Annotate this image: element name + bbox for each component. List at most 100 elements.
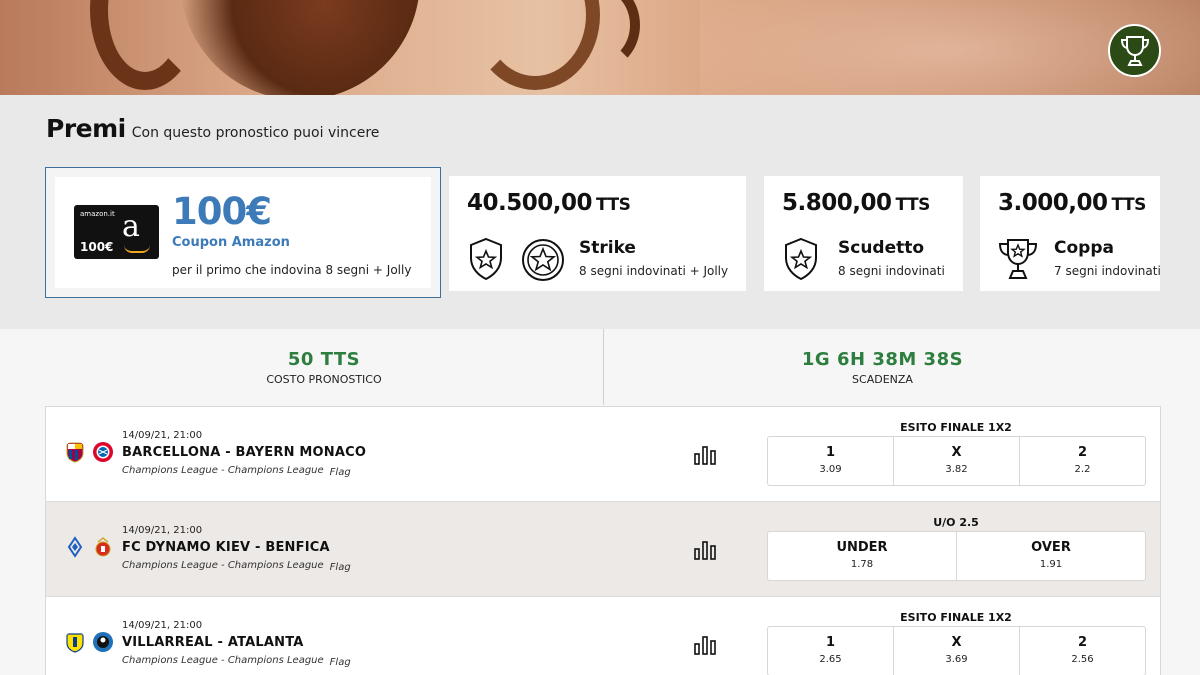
odd-button-2[interactable]: 2 2.2 (1020, 437, 1145, 485)
match-list: 14/09/21, 21:00 BARCELLONA - BAYERN MONA… (45, 406, 1161, 675)
prize-amount: 5.800,00 TTS (782, 190, 930, 216)
cup-star-icon (998, 239, 1038, 279)
atalanta-logo-icon (93, 632, 113, 652)
league-name: Champions League - Champions League (122, 655, 324, 666)
odd-label: X (951, 445, 962, 460)
team-logos (64, 536, 114, 558)
prize-desc: 8 segni indovinati (838, 264, 945, 278)
amazon-smile-icon (124, 245, 150, 253)
prize-amount-unit: TTS (895, 195, 931, 215)
odd-value: 2.56 (1071, 654, 1094, 665)
prize-card-coppa[interactable]: 3.000,00 TTS Coppa 7 segni indovinati (980, 176, 1160, 291)
odd-button-1[interactable]: 1 3.09 (768, 437, 894, 485)
main-prize-name: Coupon Amazon (172, 235, 290, 250)
prize-card-strike[interactable]: 40.500,00 TTS Strike 8 segni indovinati +… (449, 176, 746, 291)
odd-value: 3.69 (945, 654, 968, 665)
match-league: Champions League - Champions League Flag (122, 655, 351, 668)
team-logos (64, 631, 114, 653)
trophy-icon (1120, 35, 1149, 66)
barcelona-logo-icon (66, 442, 84, 463)
amazon-gift-card-image: amazon.it a 100€ (74, 205, 159, 259)
odds-group: 1 2.65 X 3.69 2 2.56 (767, 626, 1146, 675)
market-title: U/O 2.5 (933, 516, 979, 529)
benfica-logo-icon (95, 537, 111, 557)
match-teams: BARCELLONA - BAYERN MONACO (122, 445, 367, 460)
prize-amount-value: 5.800,00 (782, 190, 892, 216)
premi-header: Premi Con questo pronostico puoi vincere (46, 114, 379, 143)
hero-decoration (180, 0, 420, 95)
odd-value: 2.2 (1074, 464, 1091, 475)
league-name: Champions League - Champions League (122, 465, 324, 476)
team-logos (64, 441, 114, 463)
star-coin-icon (522, 239, 564, 281)
cost-value: 50 TTS (287, 349, 361, 370)
premi-subtitle: Con questo pronostico puoi vincere (131, 125, 380, 141)
prize-desc: 8 segni indovinati + Jolly (579, 264, 729, 278)
cost-stat: 50 TTS COSTO PRONOSTICO (45, 329, 603, 405)
bar-chart-icon[interactable] (694, 445, 716, 465)
match-date: 14/09/21, 21:00 (122, 430, 203, 441)
odd-label: OVER (1031, 540, 1071, 555)
odd-value: 3.82 (945, 464, 968, 475)
flag-label: Flag (329, 562, 351, 573)
hero-decoration (90, 0, 200, 90)
flag-label: Flag (329, 467, 351, 478)
prize-amount: 3.000,00 TTS (998, 190, 1146, 216)
deadline-label: SCADENZA (852, 373, 913, 386)
match-teams: FC DYNAMO KIEV - BENFICA (122, 540, 330, 555)
odd-button-2[interactable]: 2 2.56 (1020, 627, 1145, 675)
dynamo-kiev-logo-icon (67, 536, 83, 558)
main-prize-desc: per il primo che indovina 8 segni + Joll… (172, 263, 412, 277)
match-row: 14/09/21, 21:00 BARCELLONA - BAYERN MONA… (46, 407, 1160, 502)
odd-value: 2.65 (819, 654, 842, 665)
league-name: Champions League - Champions League (122, 560, 324, 571)
bayern-logo-icon (93, 442, 113, 462)
premi-title: Premi (46, 114, 126, 143)
amazon-logo-icon: a (122, 209, 140, 244)
match-date: 14/09/21, 21:00 (122, 525, 203, 536)
shield-star-icon (785, 237, 817, 281)
odd-label: X (951, 635, 962, 650)
odd-button-x[interactable]: X 3.69 (894, 627, 1020, 675)
odd-label: UNDER (836, 540, 888, 555)
prize-name: Strike (579, 238, 636, 258)
match-row: 14/09/21, 21:00 VILLARREAL - ATALANTA Ch… (46, 597, 1160, 675)
odd-label: 2 (1077, 445, 1088, 460)
gift-card-brand: amazon.it (80, 210, 115, 218)
odd-label: 1 (825, 445, 836, 460)
deadline-countdown: 1G 6H 38M 38S (801, 349, 964, 370)
bar-chart-icon[interactable] (694, 635, 716, 655)
odd-value: 3.09 (819, 464, 842, 475)
odd-label: 2 (1077, 635, 1088, 650)
prize-amount: 40.500,00 TTS (467, 190, 631, 216)
prize-name: Coppa (1054, 238, 1114, 258)
odd-value: 1.78 (850, 559, 874, 570)
prize-card-scudetto[interactable]: 5.800,00 TTS Scudetto 8 segni indovinati (764, 176, 963, 291)
match-teams: VILLARREAL - ATALANTA (122, 635, 304, 650)
bar-chart-icon[interactable] (694, 540, 716, 560)
prize-amount-unit: TTS (1111, 195, 1147, 215)
prize-name: Scudetto (838, 238, 925, 258)
match-row: 14/09/21, 21:00 FC DYNAMO KIEV - BENFICA… (46, 502, 1160, 597)
odds-group: UNDER 1.78 OVER 1.91 (767, 531, 1146, 581)
cost-label: COSTO PRONOSTICO (266, 373, 382, 386)
prize-amount-unit: TTS (596, 195, 631, 215)
match-league: Champions League - Champions League Flag (122, 560, 351, 573)
odds-group: 1 3.09 X 3.82 2 2.2 (767, 436, 1146, 486)
trophy-button[interactable] (1108, 24, 1161, 77)
odd-value: 1.91 (1039, 559, 1063, 570)
odd-button-x[interactable]: X 3.82 (894, 437, 1020, 485)
match-league: Champions League - Champions League Flag (122, 465, 351, 478)
villarreal-logo-icon (66, 633, 84, 653)
prize-desc: 7 segni indovinati (1054, 264, 1160, 278)
odd-label: 1 (825, 635, 836, 650)
gift-card-amount: 100€ (80, 240, 114, 254)
hero-banner (0, 0, 1200, 95)
market-title: ESITO FINALE 1X2 (900, 611, 1012, 624)
odd-button-1[interactable]: 1 2.65 (768, 627, 894, 675)
odd-button-over[interactable]: OVER 1.91 (957, 532, 1145, 580)
prize-amount-value: 3.000,00 (998, 190, 1108, 216)
prize-amount-value: 40.500,00 (467, 190, 593, 216)
odd-button-under[interactable]: UNDER 1.78 (768, 532, 957, 580)
market-title: ESITO FINALE 1X2 (900, 421, 1012, 434)
